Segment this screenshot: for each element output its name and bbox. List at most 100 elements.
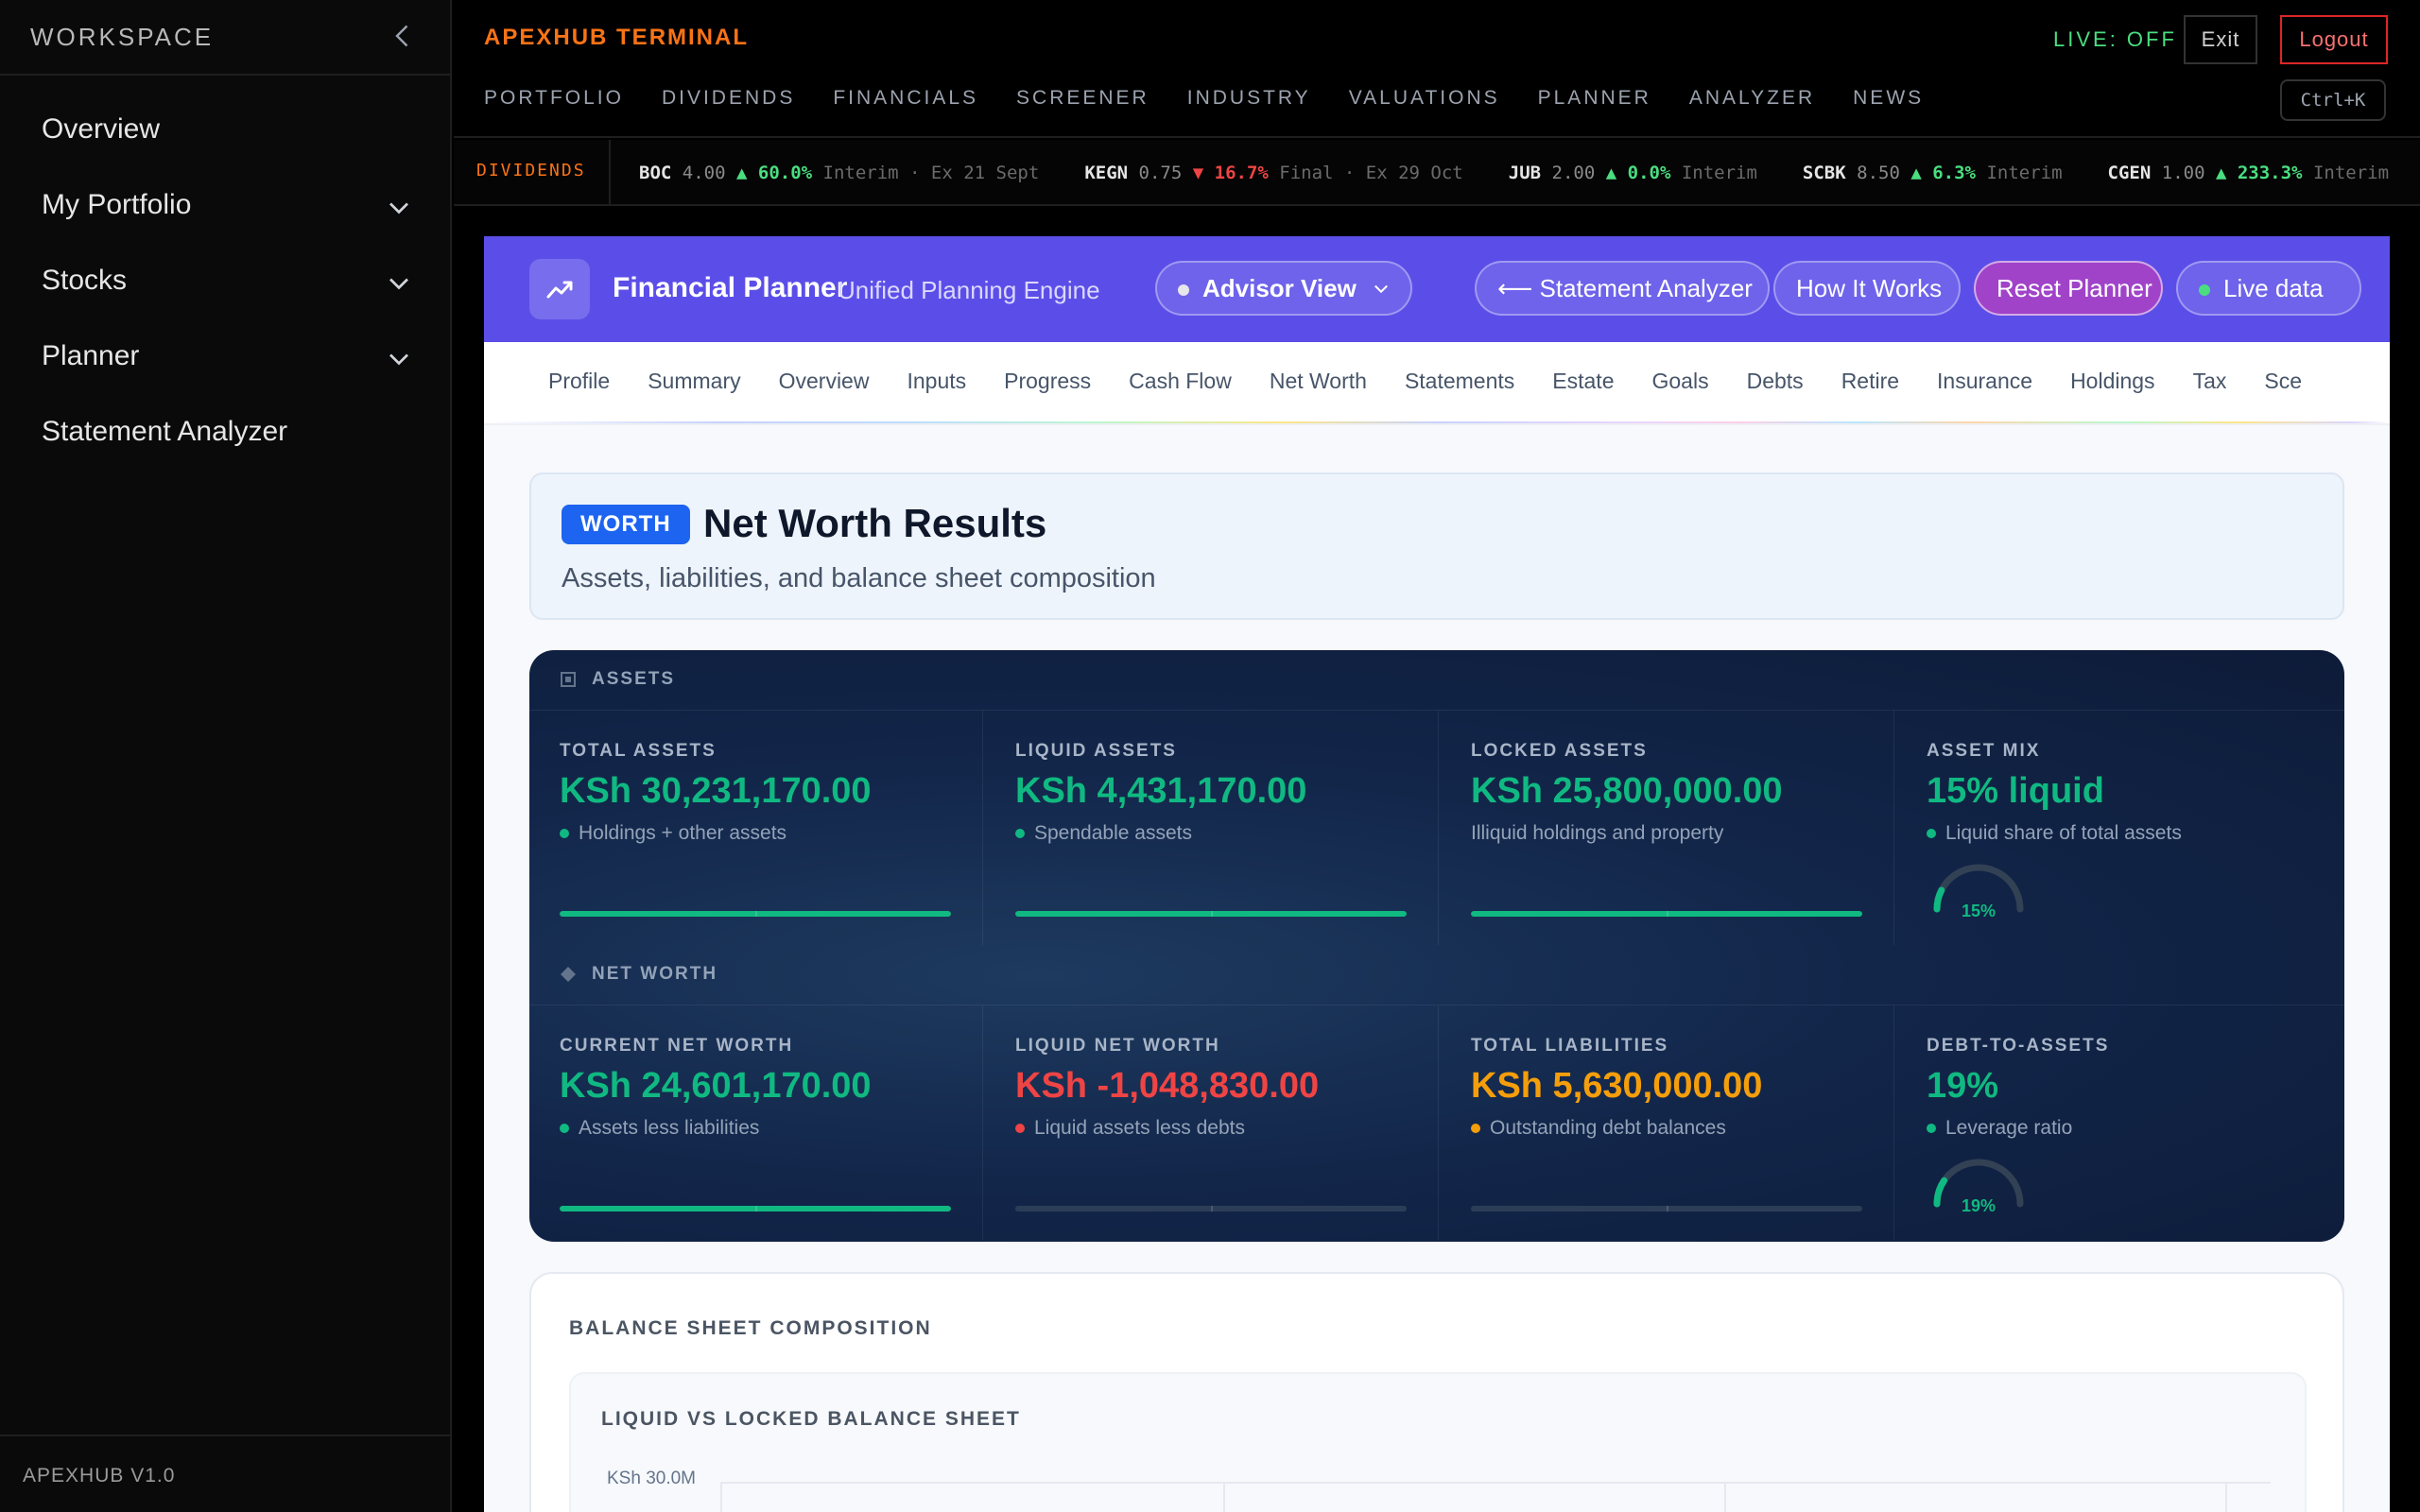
metric-label: LIQUID ASSETS — [1015, 741, 1177, 761]
tab-progress[interactable]: Progress — [1004, 369, 1091, 394]
metric-card: LIQUID ASSETS KSh 4,431,170.00 Spendable a… — [985, 711, 1439, 945]
gauge-fill — [1933, 1177, 1948, 1208]
nav-industry[interactable]: INDUSTRY — [1187, 87, 1311, 110]
ticker-change: ▼ 16.7% — [1192, 163, 1269, 183]
tab-holdings[interactable]: Holdings — [2070, 369, 2155, 394]
y-axis-tick: KSh 30.0M — [607, 1469, 696, 1488]
nav-news[interactable]: NEWS — [1853, 87, 1924, 110]
section-badge: WORTH — [562, 505, 690, 544]
status-dot-icon — [1015, 1124, 1025, 1134]
metric-progress-bar — [1471, 911, 1862, 917]
sidebar-item-planner[interactable]: Planner — [0, 325, 450, 391]
ticker-item[interactable]: BOC 4.00 ▲ 60.0% Interim · Ex 21 Sept — [639, 163, 1039, 183]
diamond-icon — [560, 966, 577, 983]
reset-planner-button[interactable]: Reset Planner — [1974, 261, 2163, 316]
metrics-section-title: ASSETS — [592, 669, 676, 689]
collapse-sidebar-icon[interactable] — [386, 19, 420, 53]
grid-line — [2225, 1484, 2227, 1512]
live-data-button[interactable]: Live data — [2176, 261, 2361, 316]
metric-label: DEBT-TO-ASSETS — [1927, 1036, 2110, 1056]
ticker-item[interactable]: KEGN 0.75 ▼ 16.7% Final · Ex 29 Oct — [1084, 163, 1462, 183]
nav-screener[interactable]: SCREENER — [1016, 87, 1150, 110]
ticker-price: 1.00 — [2161, 163, 2205, 183]
trending-up-icon — [546, 281, 573, 299]
metric-label: LOCKED ASSETS — [1471, 741, 1648, 761]
tab-net-worth[interactable]: Net Worth — [1270, 369, 1367, 394]
nav-valuations[interactable]: VALUATIONS — [1349, 87, 1500, 110]
command-palette-shortcut[interactable]: Ctrl+K — [2280, 79, 2386, 121]
balance-sheet-card: BALANCE SHEET COMPOSITION LIQUID VS LOCK… — [529, 1272, 2344, 1512]
nav-analyzer[interactable]: ANALYZER — [1689, 87, 1815, 110]
planner-tabs: Profile Summary Overview Inputs Progress Cash… — [484, 342, 2390, 425]
nav-dividends[interactable]: DIVIDENDS — [662, 87, 795, 110]
app-version: APEXHUB V1.0 — [23, 1465, 176, 1486]
metric-value: 15% liquid — [1927, 771, 2104, 811]
live-status[interactable]: LIVE: OFF — [2053, 27, 2177, 52]
tab-sce[interactable]: Sce — [2264, 369, 2302, 394]
tab-estate[interactable]: Estate — [1552, 369, 1614, 394]
page-title: Net Worth Results — [703, 501, 1047, 545]
metric-note-text: Leverage ratio — [1945, 1117, 2073, 1139]
sidebar-item-label: Overview — [42, 113, 161, 145]
ticker-symbol: CGEN — [2107, 163, 2152, 183]
nav-planner[interactable]: PLANNER — [1538, 87, 1651, 110]
status-dot-icon — [1178, 284, 1189, 297]
main-nav: PORTFOLIO DIVIDENDS FINANCIALS SCREENER … — [484, 87, 1924, 110]
nav-financials[interactable]: FINANCIALS — [833, 87, 978, 110]
status-dot-icon — [1927, 1124, 1936, 1134]
ticker-meta: Final · Ex 29 Oct — [1279, 163, 1463, 183]
tab-inputs[interactable]: Inputs — [907, 369, 966, 394]
metric-value: 19% — [1927, 1066, 1999, 1106]
metric-value: KSh -1,048,830.00 — [1015, 1066, 1320, 1106]
sidebar-header: WORKSPACE — [0, 0, 450, 76]
metric-card: CURRENT NET WORTH KSh 24,601,170.00 Assets… — [529, 1005, 983, 1240]
progress-marker — [755, 911, 757, 917]
chevron-down-icon — [389, 202, 408, 215]
sidebar-title: WORKSPACE — [30, 23, 215, 51]
ticker-meta: Interim — [1681, 163, 1757, 183]
how-it-works-button[interactable]: How It Works — [1773, 261, 1961, 316]
ticker-item[interactable]: JUB 2.00 ▲ 0.0% Interim — [1509, 163, 1757, 183]
balance-sheet-title: BALANCE SHEET COMPOSITION — [569, 1317, 932, 1339]
tab-debts[interactable]: Debts — [1747, 369, 1804, 394]
tab-retire[interactable]: Retire — [1841, 369, 1899, 394]
metrics-section-header: ASSETS — [529, 650, 2344, 711]
tab-profile[interactable]: Profile — [548, 369, 610, 394]
metric-card: LOCKED ASSETS KSh 25,800,000.00 Illiquid h… — [1441, 711, 1894, 945]
sidebar-item-label: My Portfolio — [42, 189, 192, 220]
chevron-down-icon — [389, 353, 408, 366]
logout-button[interactable]: Logout — [2280, 15, 2388, 64]
chart-title: LIQUID VS LOCKED BALANCE SHEET — [601, 1408, 1021, 1430]
metric-card: DEBT-TO-ASSETS 19% Leverage ratio 19% — [1896, 1005, 2344, 1240]
sidebar-item-stocks[interactable]: Stocks — [0, 249, 450, 316]
metric-progress-bar — [1471, 1206, 1862, 1211]
status-dot-icon — [560, 1124, 569, 1134]
metric-progress-bar — [1015, 911, 1407, 917]
sidebar-item-statement-analyzer[interactable]: Statement Analyzer — [0, 401, 450, 467]
ticker-item[interactable]: CGEN 1.00 ▲ 233.3% Interim — [2108, 163, 2389, 183]
tab-insurance[interactable]: Insurance — [1937, 369, 2032, 394]
nav-portfolio[interactable]: PORTFOLIO — [484, 87, 624, 110]
progress-marker — [1667, 911, 1668, 917]
view-select[interactable]: Advisor View — [1155, 261, 1412, 316]
tab-overview[interactable]: Overview — [779, 369, 870, 394]
planner-header: Financial Planner Unified Planning Engin… — [484, 236, 2390, 342]
tab-tax[interactable]: Tax — [2193, 369, 2227, 394]
main-panel: Financial Planner Unified Planning Engin… — [484, 236, 2390, 1512]
tab-summary[interactable]: Summary — [648, 369, 740, 394]
sidebar-item-my-portfolio[interactable]: My Portfolio — [0, 174, 450, 240]
metric-card: TOTAL ASSETS KSh 30,231,170.00 Holdings + … — [529, 711, 983, 945]
tab-goals[interactable]: Goals — [1652, 369, 1709, 394]
ticker-symbol: BOC — [639, 163, 672, 183]
ticker-item[interactable]: SCBK 8.50 ▲ 6.3% Interim — [1803, 163, 2063, 183]
sidebar-item-overview[interactable]: Overview — [0, 98, 450, 164]
metric-value: KSh 24,601,170.00 — [560, 1066, 872, 1106]
metric-label: TOTAL ASSETS — [560, 741, 717, 761]
ticker-change: ▲ 6.3% — [1910, 163, 1976, 183]
tab-cash-flow[interactable]: Cash Flow — [1129, 369, 1232, 394]
tab-statements[interactable]: Statements — [1405, 369, 1514, 394]
statement-analyzer-button[interactable]: ⟵ Statement Analyzer — [1475, 261, 1770, 316]
exit-button[interactable]: Exit — [2184, 15, 2257, 64]
brand-logo-text[interactable]: APEXHUB TERMINAL — [484, 25, 749, 51]
ticker-price: 0.75 — [1138, 163, 1183, 183]
